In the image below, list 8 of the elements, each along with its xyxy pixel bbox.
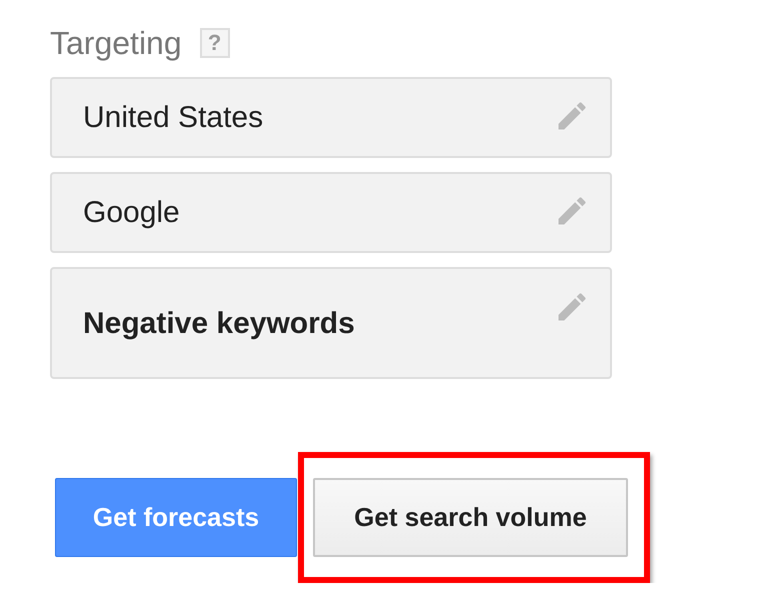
- card-label: Negative keywords: [83, 307, 355, 341]
- card-label: Google: [83, 196, 180, 230]
- section-title: Targeting: [50, 24, 182, 62]
- targeting-card[interactable]: United States: [50, 77, 612, 158]
- action-button[interactable]: Get search volume: [313, 478, 628, 557]
- targeting-card[interactable]: Google: [50, 172, 612, 253]
- card-label: United States: [83, 100, 264, 134]
- targeting-card[interactable]: Negative keywords: [50, 267, 612, 379]
